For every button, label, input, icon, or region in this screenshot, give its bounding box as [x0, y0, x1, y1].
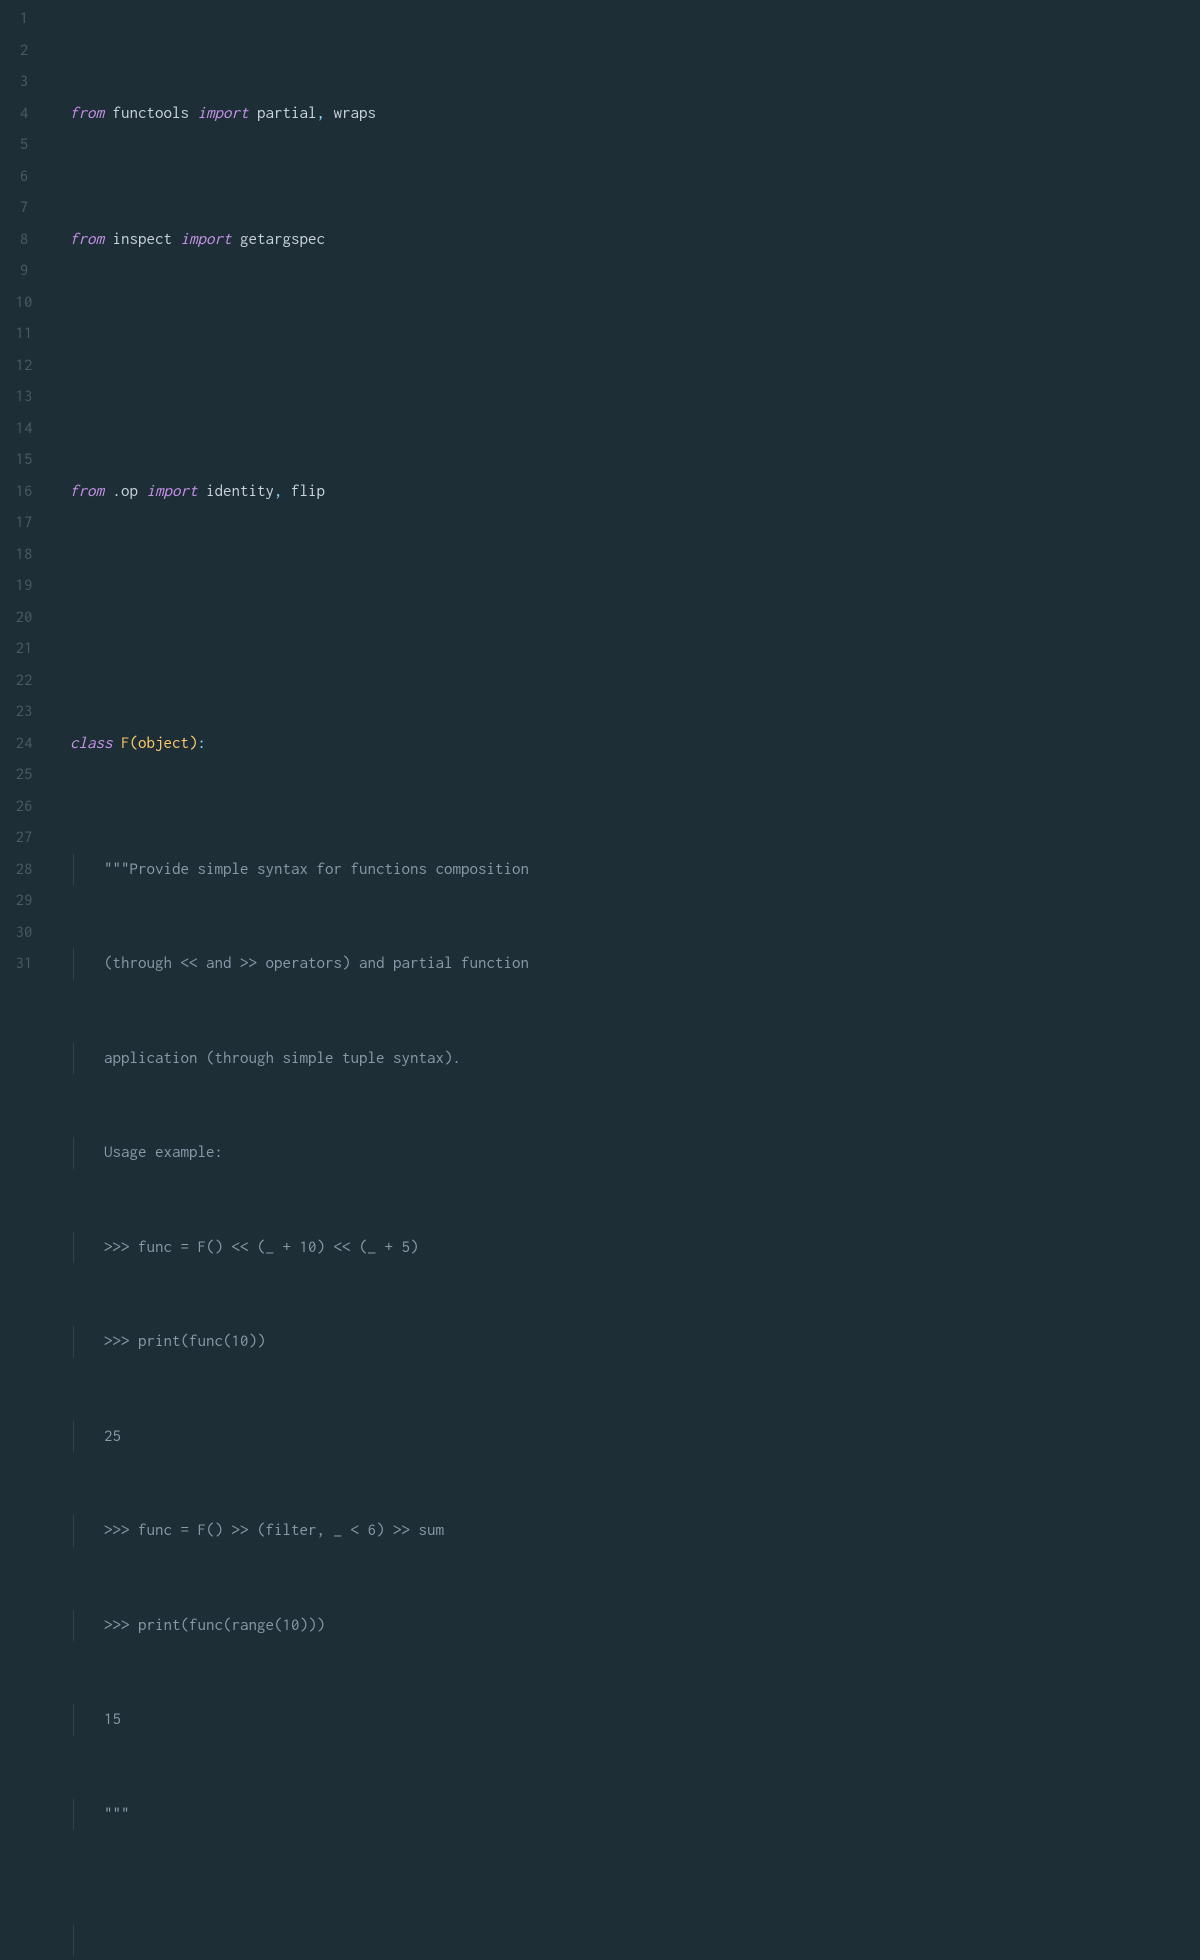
import-name: partial [257, 104, 317, 122]
code-line[interactable]: >>> print(func(10)) [70, 1326, 699, 1358]
line-number: 31 [0, 948, 48, 980]
code-line[interactable] [70, 350, 699, 382]
line-number: 25 [0, 759, 48, 791]
line-number: 17 [0, 507, 48, 539]
line-number: 29 [0, 885, 48, 917]
line-number: 9 [0, 255, 48, 287]
line-number: 4 [0, 98, 48, 130]
code-line[interactable]: Usage example: [70, 1137, 699, 1169]
line-number: 18 [0, 539, 48, 571]
code-line[interactable]: >>> func = F() << (_ + 10) << (_ + 5) [70, 1232, 699, 1264]
code-line[interactable]: >>> func = F() >> (filter, _ < 6) >> sum [70, 1515, 699, 1547]
module-name: functools [113, 104, 190, 122]
keyword-class: class [70, 734, 121, 752]
code-line[interactable]: 15 [70, 1704, 699, 1736]
line-number: 16 [0, 476, 48, 508]
line-number: 20 [0, 602, 48, 634]
line-number: 23 [0, 696, 48, 728]
line-number: 11 [0, 318, 48, 350]
code-line[interactable]: class F(object): [70, 728, 699, 760]
base-class: object [138, 734, 189, 752]
code-line[interactable]: from functools import partial, wraps [70, 98, 699, 130]
line-number: 30 [0, 917, 48, 949]
line-number: 3 [0, 66, 48, 98]
line-number: 7 [0, 192, 48, 224]
class-name: F [121, 734, 130, 752]
docstring-text: """Provide simple syntax for functions c… [70, 860, 529, 878]
keyword-from: from [70, 104, 104, 122]
line-number: 27 [0, 822, 48, 854]
code-line[interactable]: 25 [70, 1421, 699, 1453]
line-number: 28 [0, 854, 48, 886]
line-number: 10 [0, 287, 48, 319]
code-line[interactable]: """Provide simple syntax for functions c… [70, 854, 699, 886]
import-name: wraps [334, 104, 377, 122]
code-editor[interactable]: 1234567891011121314151617181920212223242… [0, 0, 1200, 980]
line-number-gutter: 1234567891011121314151617181920212223242… [0, 3, 48, 980]
line-number: 8 [0, 224, 48, 256]
line-number: 15 [0, 444, 48, 476]
code-line[interactable]: from .op import identity, flip [70, 476, 699, 508]
line-number: 21 [0, 633, 48, 665]
line-number: 1 [0, 3, 48, 35]
code-area[interactable]: from functools import partial, wraps fro… [48, 3, 699, 980]
code-line[interactable]: (through << and >> operators) and partia… [70, 948, 699, 980]
line-number: 24 [0, 728, 48, 760]
line-number: 13 [0, 381, 48, 413]
line-number: 6 [0, 161, 48, 193]
line-number: 22 [0, 665, 48, 697]
code-line[interactable]: application (through simple tuple syntax… [70, 1043, 699, 1075]
line-number: 14 [0, 413, 48, 445]
line-number: 5 [0, 129, 48, 161]
line-number: 12 [0, 350, 48, 382]
keyword-import: import [189, 104, 257, 122]
code-line[interactable] [70, 1925, 699, 1957]
line-number: 26 [0, 791, 48, 823]
line-number: 19 [0, 570, 48, 602]
line-number: 2 [0, 35, 48, 67]
code-line[interactable]: >>> print(func(range(10))) [70, 1610, 699, 1642]
code-line[interactable]: """ [70, 1799, 699, 1831]
code-line[interactable] [70, 602, 699, 634]
code-line[interactable]: from inspect import getargspec [70, 224, 699, 256]
